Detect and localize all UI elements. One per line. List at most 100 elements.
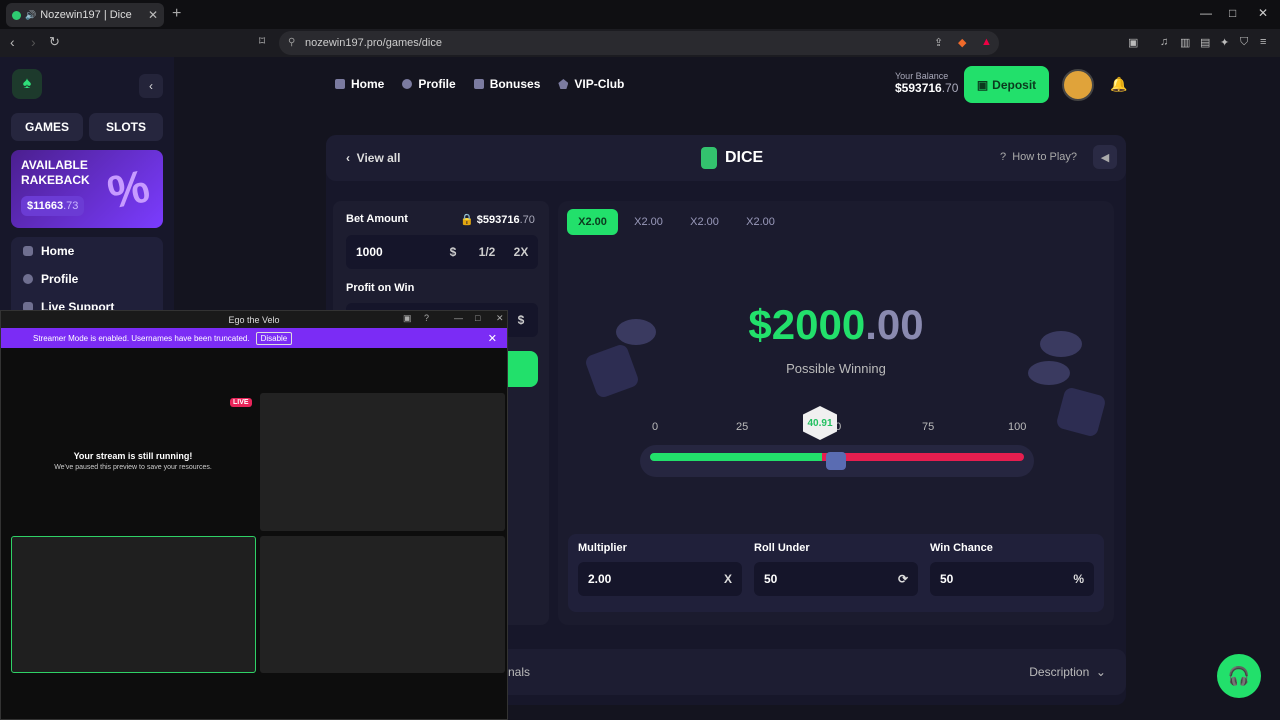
bet-amount-label: Bet Amount xyxy=(346,213,408,225)
balance-label: Your Balance xyxy=(895,71,949,81)
sidebar-item-profile[interactable]: Profile xyxy=(11,265,163,293)
wallet-icon[interactable]: ▤ xyxy=(1200,36,1210,49)
brave-shield-icon[interactable]: ◆ xyxy=(958,36,966,49)
new-tab-button[interactable]: + xyxy=(172,5,181,23)
menu-icon[interactable]: ≡ xyxy=(1260,36,1266,48)
multiplier-input[interactable]: 2.00 X xyxy=(578,562,742,596)
swap-icon[interactable]: ⟳ xyxy=(898,572,908,586)
disable-button[interactable]: Disable xyxy=(255,331,293,345)
bet-amount-input[interactable]: 1000 xyxy=(346,245,436,259)
multiplier-tab[interactable]: X2.00 xyxy=(623,209,674,235)
browser-tabbar: 🔊 Nozewin197 | Dice ✕ + — □ ✕ xyxy=(0,0,1280,29)
profile-icon xyxy=(402,79,413,89)
dice-decoration xyxy=(1055,386,1107,438)
wallet-icon: ▣ xyxy=(976,77,989,92)
double-bet-button[interactable]: 2X xyxy=(504,245,538,259)
reload-icon[interactable]: ↻ xyxy=(49,34,60,50)
help-icon[interactable]: ? xyxy=(424,313,429,323)
win-chance-label: Win Chance xyxy=(930,542,993,554)
url-text: nozewin197.pro/games/dice xyxy=(305,37,442,49)
close-banner-icon[interactable]: ✕ xyxy=(488,332,497,345)
percent-icon: % xyxy=(1073,572,1084,586)
maximize-icon[interactable]: □ xyxy=(1229,6,1236,20)
window-title: Ego the Velo xyxy=(1,311,507,328)
stream-paused-message: Your stream is still running! We've paus… xyxy=(11,451,255,471)
preview-cell[interactable] xyxy=(260,536,505,673)
banner-text: Streamer Mode is enabled. Usernames have… xyxy=(33,333,250,343)
how-to-play-link[interactable]: ? How to Play? xyxy=(1000,151,1077,163)
game-settings: Multiplier 2.00 X Roll Under 50 ⟳ Win Chan… xyxy=(568,534,1104,612)
site-info-icon[interactable]: ⚲ xyxy=(288,37,295,48)
vpn-icon[interactable]: ⛉ xyxy=(1240,36,1248,49)
leo-icon[interactable]: ✦ xyxy=(1220,36,1229,49)
nav-profile[interactable]: Profile xyxy=(402,77,456,91)
sidebar-icon[interactable]: ▣ xyxy=(1128,36,1138,49)
half-bet-button[interactable]: 1/2 xyxy=(470,245,504,259)
preview-cell-selected[interactable] xyxy=(11,536,256,673)
browser-tab[interactable]: 🔊 Nozewin197 | Dice ✕ xyxy=(6,3,164,27)
preview-cell[interactable] xyxy=(260,393,505,531)
avatar[interactable] xyxy=(1062,69,1094,101)
win-chance-group: Win Chance 50% xyxy=(930,542,1094,596)
browser-navbar: ‹ › ↻ ⌑ ⚲ nozewin197.pro/games/dice ⇪ ◆ … xyxy=(0,29,1280,57)
tick-0: 0 xyxy=(652,421,659,433)
close-icon[interactable]: ✕ xyxy=(496,313,504,324)
nav-home[interactable]: Home xyxy=(335,77,384,91)
profit-currency-label: $ xyxy=(517,313,525,327)
bookmark-icon[interactable]: ⌑ xyxy=(259,34,265,48)
bet-amount-field[interactable]: 1000 $ 1/2 2X xyxy=(346,235,538,269)
roll-under-input[interactable]: 50 ⟳ xyxy=(754,562,918,596)
tick-75: 75 xyxy=(922,421,935,433)
minimize-icon[interactable]: — xyxy=(454,313,463,323)
close-window-icon[interactable]: ✕ xyxy=(1258,6,1268,20)
deposit-button[interactable]: ▣ Deposit xyxy=(964,66,1049,103)
currency-label: $ xyxy=(449,245,457,259)
multiplier-group: Multiplier 2.00 X xyxy=(578,542,742,596)
sound-toggle-icon[interactable]: ◀ xyxy=(1093,145,1117,169)
multiplier-tab[interactable]: X2.00 xyxy=(735,209,786,235)
back-icon[interactable]: ‹ xyxy=(10,34,15,50)
profit-label: Profit on Win xyxy=(346,282,415,294)
minimize-icon[interactable]: — xyxy=(1200,6,1212,20)
chat-support-icon[interactable]: 🎧 xyxy=(1217,654,1261,698)
possible-winning-label: Possible Winning xyxy=(786,361,886,376)
possible-winning-amount: $2000.00 xyxy=(748,301,924,348)
win-chance-input[interactable]: 50% xyxy=(930,562,1094,596)
collapse-sidebar-button[interactable]: ‹ xyxy=(139,74,163,98)
view-all-link[interactable]: ‹ View all xyxy=(346,151,400,165)
rakeback-amount: $11663.73 xyxy=(21,196,85,216)
audio-icon[interactable]: 🔊 xyxy=(25,10,36,21)
reader-icon[interactable]: ▥ xyxy=(1180,36,1190,49)
slider-handle[interactable] xyxy=(826,452,846,470)
roll-result: 40.91 xyxy=(803,406,837,440)
address-bar[interactable]: ⚲ nozewin197.pro/games/dice xyxy=(279,31,999,55)
tick-25: 25 xyxy=(736,421,749,433)
pip-icon[interactable]: ▣ xyxy=(403,313,412,324)
tab-games[interactable]: GAMES xyxy=(11,113,83,141)
multiplier-tab[interactable]: X2.00 xyxy=(567,209,618,235)
sidebar-item-home[interactable]: Home xyxy=(11,237,163,265)
multiplier-tab[interactable]: X2.00 xyxy=(679,209,730,235)
gift-icon xyxy=(473,79,484,89)
balance: Your Balance $593716.70 xyxy=(895,71,958,95)
forward-icon[interactable]: › xyxy=(31,34,36,50)
dice-icon xyxy=(701,147,717,169)
home-icon xyxy=(335,79,345,89)
tick-100: 100 xyxy=(1008,421,1027,433)
nav-bonuses[interactable]: Bonuses xyxy=(473,77,540,91)
share-icon[interactable]: ⇪ xyxy=(934,36,943,49)
home-icon xyxy=(23,246,33,256)
game-board: X2.00 X2.00 X2.00 X2.00 $2000.00 Possibl… xyxy=(558,201,1114,625)
close-tab-icon[interactable]: ✕ xyxy=(148,8,158,22)
tab-slots[interactable]: SLOTS xyxy=(89,113,163,141)
game-header: ‹ View all DICE ? How to Play? ◀ xyxy=(326,135,1126,181)
site-logo-icon[interactable]: ♠ xyxy=(12,69,42,99)
bell-icon[interactable]: 🔔 xyxy=(1110,76,1127,93)
maximize-icon[interactable]: □ xyxy=(475,313,480,323)
roll-slider[interactable] xyxy=(640,445,1034,477)
music-icon[interactable]: ♫ xyxy=(1160,36,1168,48)
rewards-icon[interactable]: ▲ xyxy=(981,36,992,48)
description-toggle[interactable]: Description ⌄ xyxy=(1029,665,1106,679)
rakeback-card[interactable]: AVAILABLE RAKEBACK $11663.73 % xyxy=(11,150,163,228)
nav-vip-club[interactable]: VIP-Club xyxy=(558,77,624,91)
